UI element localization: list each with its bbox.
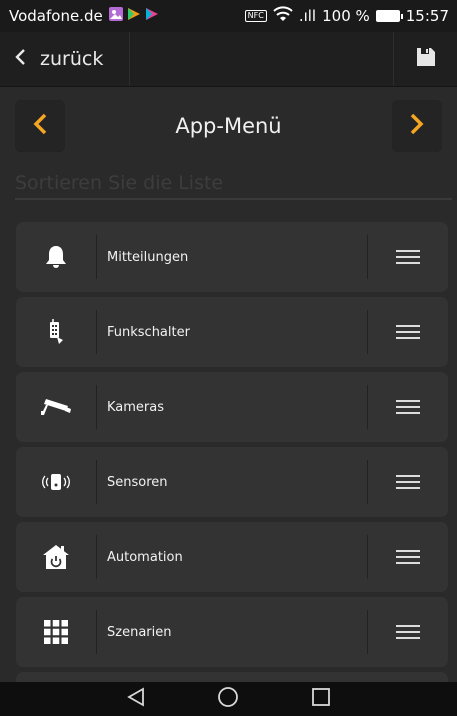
back-triangle-icon[interactable] [126,687,146,711]
chevron-right-icon [410,113,424,139]
menu-title-row: App-Menü [0,100,457,155]
item-label: Kameras [107,399,165,415]
play-store-icon [127,7,141,25]
play-store-icon [145,7,159,25]
list-item-szenarien[interactable]: Szenarien [16,597,448,667]
chevron-left-icon [14,47,26,72]
home-power-icon [16,522,96,592]
remote-icon [16,297,96,367]
bell-icon [16,222,96,292]
item-label: Automation [107,549,183,565]
item-label: Sensoren [107,474,168,490]
menu-list: Mitteilungen Funkschalter Kameras Sensor… [16,222,448,686]
battery-percentage: 100 % [322,7,370,25]
sensor-icon [16,447,96,517]
status-bar: Vodafone.de NFC .ıll 100 % 15:57 [0,0,457,32]
drag-handle-icon[interactable] [368,447,448,517]
list-item-funkschalter[interactable]: Funkschalter [16,297,448,367]
item-label: Szenarien [107,624,172,640]
drag-handle-icon[interactable] [368,222,448,292]
camera-icon [16,372,96,442]
list-item-kameras[interactable]: Kameras [16,372,448,442]
list-item-sensoren[interactable]: Sensoren [16,447,448,517]
nfc-icon: NFC [244,10,267,22]
home-circle-icon[interactable] [217,686,239,712]
system-nav-bar [0,682,457,716]
drag-handle-icon[interactable] [368,372,448,442]
list-item-mitteilungen[interactable]: Mitteilungen [16,222,448,292]
carrier-label: Vodafone.de [9,7,103,25]
recents-square-icon[interactable] [311,687,331,711]
save-button[interactable] [393,32,457,86]
back-label: zurück [40,48,104,70]
grid-icon [16,597,96,667]
drag-handle-icon[interactable] [368,597,448,667]
battery-icon [375,10,403,22]
next-button[interactable] [392,100,442,152]
clock: 15:57 [405,7,449,25]
drag-handle-icon[interactable] [368,522,448,592]
drag-handle-icon[interactable] [368,297,448,367]
gallery-icon [108,7,123,25]
signal-icon: .ıll [298,7,317,25]
save-icon [416,47,436,71]
app-bar: zurück [0,32,457,87]
sort-hint: Sortieren Sie die Liste [15,172,452,200]
item-label: Mitteilungen [107,249,189,265]
item-label: Funkschalter [107,324,190,340]
page-title: App-Menü [175,114,282,138]
wifi-icon [273,6,293,26]
back-button[interactable]: zurück [0,32,130,86]
list-item-automation[interactable]: Automation [16,522,448,592]
